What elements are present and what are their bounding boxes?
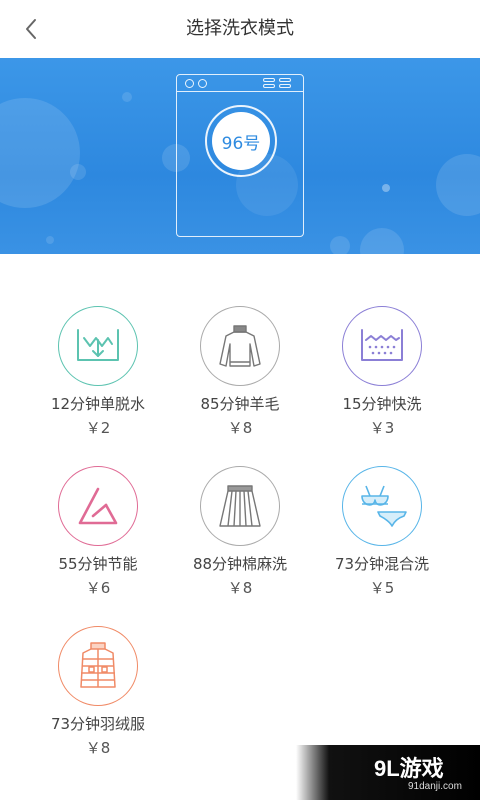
mode-icon-circle xyxy=(58,626,138,706)
mode-item-wool[interactable]: 85分钟羊毛 ￥8 xyxy=(160,306,320,456)
spin-dry-icon xyxy=(77,329,119,361)
page-title: 选择洗衣模式 xyxy=(186,18,294,39)
mode-item-spin-dry[interactable]: 12分钟单脱水 ￥2 xyxy=(18,306,178,456)
quick-wash-icon xyxy=(361,329,403,361)
mode-name: 73分钟羽绒服 xyxy=(50,715,146,733)
bubble-decoration xyxy=(330,236,350,254)
bubble-decoration xyxy=(436,154,480,216)
mode-name: 55分钟节能 xyxy=(58,555,138,573)
mode-item-eco[interactable]: 55分钟节能 ￥6 xyxy=(18,466,178,616)
skirt-icon xyxy=(219,485,261,527)
mode-price: ￥5 xyxy=(369,579,395,597)
mode-name: 85分钟羊毛 xyxy=(200,395,280,413)
mode-price: ￥6 xyxy=(85,579,111,597)
machine-banner: 96号 xyxy=(0,58,480,254)
bubble-decoration xyxy=(360,228,404,254)
mode-price: ￥8 xyxy=(227,579,253,597)
control-slot-icon xyxy=(279,78,291,82)
bubble-decoration xyxy=(122,92,132,102)
washing-machine-illustration: 96号 xyxy=(176,74,304,237)
watermark-logo: 9L游戏 91danji.com xyxy=(296,745,480,800)
bubble-decoration xyxy=(382,184,390,192)
mode-price: ￥8 xyxy=(85,739,111,757)
mode-name: 73分钟混合洗 xyxy=(334,555,430,573)
knob-icon xyxy=(198,79,207,88)
eco-triangle-icon xyxy=(78,487,118,525)
machine-door: 96号 xyxy=(205,105,277,177)
bubble-decoration xyxy=(70,164,86,180)
control-slot-icon xyxy=(263,84,275,88)
mode-item-quick-wash[interactable]: 15分钟快洗 ￥3 xyxy=(302,306,462,456)
mode-name: 12分钟单脱水 xyxy=(50,395,146,413)
mode-icon-circle xyxy=(200,466,280,546)
bubble-decoration xyxy=(46,236,54,244)
control-slot-icon xyxy=(263,78,275,82)
mode-name: 15分钟快洗 xyxy=(342,395,422,413)
mode-price: ￥3 xyxy=(369,419,395,437)
mode-icon-circle xyxy=(200,306,280,386)
watermark-url: 91danji.com xyxy=(408,781,462,792)
mode-icon-circle xyxy=(58,306,138,386)
down-jacket-icon xyxy=(80,642,116,688)
watermark-brand: 9L游戏 xyxy=(374,756,444,781)
knob-icon xyxy=(185,79,194,88)
sweater-icon xyxy=(219,325,261,367)
mode-item-mixed[interactable]: 73分钟混合洗 ￥5 xyxy=(302,466,462,616)
mode-item-cotton-linen[interactable]: 88分钟棉麻洗 ￥8 xyxy=(160,466,320,616)
mode-name: 88分钟棉麻洗 xyxy=(192,555,288,573)
top-bar: 选择洗衣模式 xyxy=(0,0,480,58)
mode-item-down-jacket[interactable]: 73分钟羽绒服 ￥8 xyxy=(18,626,178,776)
mode-icon-circle xyxy=(342,306,422,386)
mode-icon-circle xyxy=(342,466,422,546)
underwear-icon xyxy=(361,485,407,527)
control-slot-icon xyxy=(279,84,291,88)
mode-price: ￥8 xyxy=(227,419,253,437)
machine-number: 96号 xyxy=(212,112,270,170)
bubble-decoration xyxy=(0,98,80,208)
mode-price: ￥2 xyxy=(85,419,111,437)
mode-icon-circle xyxy=(58,466,138,546)
